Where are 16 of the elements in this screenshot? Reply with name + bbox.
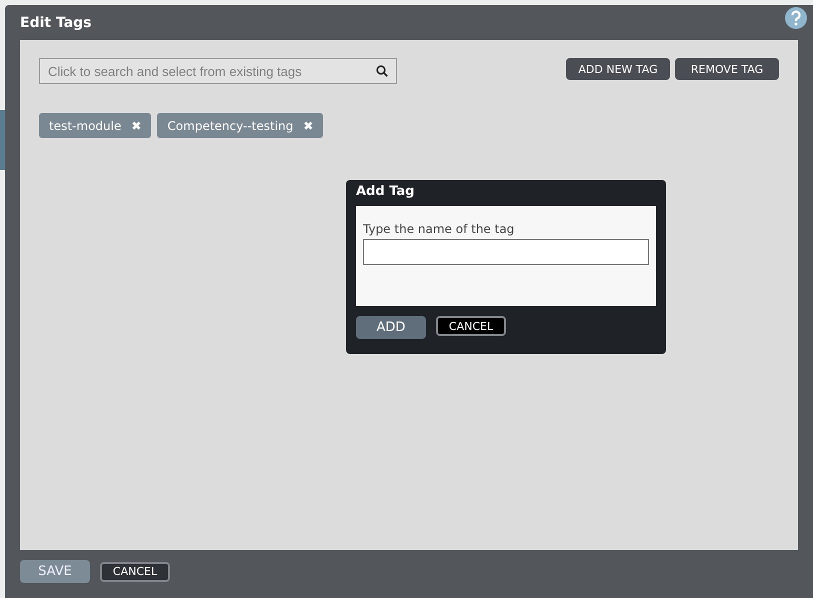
remove-tag-button[interactable]: ✖ xyxy=(303,118,314,132)
tag-label: test-module xyxy=(49,118,122,132)
footer-button[interactable]: CANCEL xyxy=(100,562,170,582)
search-icon xyxy=(376,65,388,77)
tag-name-input[interactable] xyxy=(363,239,649,265)
tag-label: Competency--testing xyxy=(167,118,294,132)
help-icon[interactable] xyxy=(785,6,807,28)
window-title: Edit Tags xyxy=(20,14,92,30)
dialog-title: Add Tag xyxy=(356,184,416,201)
field-label: Type the name of the tag xyxy=(363,222,516,236)
toolbar-button[interactable]: ADD NEW TAG xyxy=(566,58,670,80)
dialog-button[interactable]: CANCEL xyxy=(436,316,506,336)
toolbar-button[interactable]: REMOVE TAG xyxy=(675,58,779,80)
search-field[interactable]: Click to search and select from existing tags xyxy=(39,58,397,84)
remove-tag-button[interactable]: ✖ xyxy=(131,118,142,132)
dialog-button[interactable]: ADD xyxy=(356,316,426,339)
